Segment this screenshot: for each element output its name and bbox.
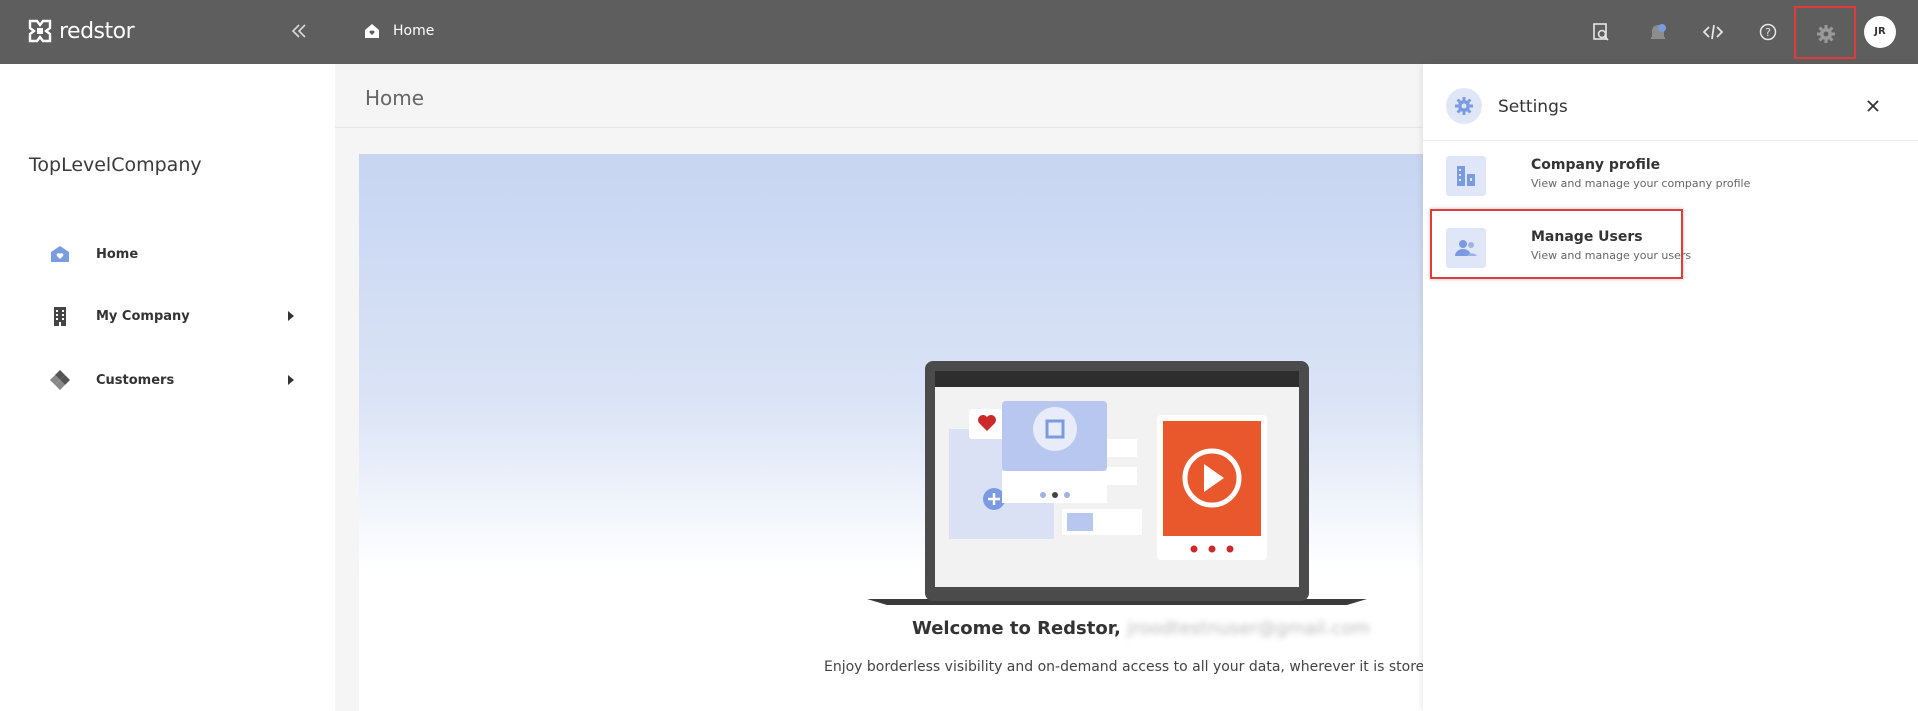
search-doc-icon[interactable] — [1590, 21, 1612, 43]
settings-panel-header: Settings — [1423, 64, 1918, 141]
brand-logo[interactable]: redstor — [27, 18, 135, 44]
sidebar-item-customers[interactable]: Customers — [48, 364, 298, 396]
brand-name: redstor — [59, 18, 135, 44]
building-icon — [48, 304, 72, 328]
manage-users-highlight — [1430, 209, 1683, 279]
laptop-illustration — [867, 361, 1367, 605]
close-icon[interactable] — [1864, 97, 1882, 115]
welcome-prefix: Welcome to Redstor, — [912, 618, 1121, 639]
code-icon[interactable] — [1702, 21, 1724, 43]
user-email: jroodtestnuser@gmail.com — [1127, 618, 1370, 639]
company-profile-icon — [1446, 156, 1486, 196]
avatar[interactable]: JR — [1864, 16, 1896, 48]
settings-panel: Settings Company profile View and manage… — [1423, 64, 1918, 711]
option-title: Company profile — [1531, 157, 1661, 173]
page-header: Home — [335, 64, 1423, 128]
collapse-sidebar-icon[interactable] — [288, 20, 310, 42]
settings-button[interactable] — [1794, 6, 1856, 59]
sidebar-item-label: Customers — [96, 372, 175, 388]
home-icon — [365, 24, 379, 38]
sidebar: TopLevelCompany Home My Company Customer… — [0, 64, 335, 711]
notification-icon[interactable] — [1647, 21, 1669, 43]
home-icon — [48, 242, 72, 266]
welcome-heading: Welcome to Redstor, jroodtestnuser@gmail… — [912, 618, 1370, 639]
company-name: TopLevelCompany — [29, 154, 202, 176]
gear-icon — [1446, 88, 1482, 124]
settings-option-company-profile[interactable]: Company profile View and manage your com… — [1446, 152, 1866, 208]
redstor-logo-icon — [28, 19, 52, 43]
sidebar-item-my-company[interactable]: My Company — [48, 300, 298, 332]
breadcrumb[interactable]: Home — [363, 22, 434, 40]
settings-panel-title: Settings — [1498, 97, 1568, 117]
welcome-subtext: Enjoy borderless visibility and on-deman… — [824, 659, 1434, 675]
sidebar-item-label: My Company — [96, 308, 190, 324]
sidebar-item-home[interactable]: Home — [48, 238, 298, 270]
top-bar: redstor Home ? JR — [0, 0, 1918, 64]
customers-icon — [48, 368, 72, 392]
help-icon[interactable]: ? — [1757, 21, 1779, 43]
page-title: Home — [365, 86, 425, 110]
breadcrumb-home: Home — [393, 23, 435, 39]
gear-icon — [1817, 25, 1835, 43]
expand-arrow-icon[interactable] — [288, 375, 294, 385]
sidebar-item-label: Home — [96, 246, 139, 262]
expand-arrow-icon[interactable] — [288, 311, 294, 321]
main-content: Home — [335, 64, 1423, 711]
option-description: View and manage your company profile — [1531, 177, 1751, 190]
svg-text:?: ? — [1765, 26, 1771, 39]
